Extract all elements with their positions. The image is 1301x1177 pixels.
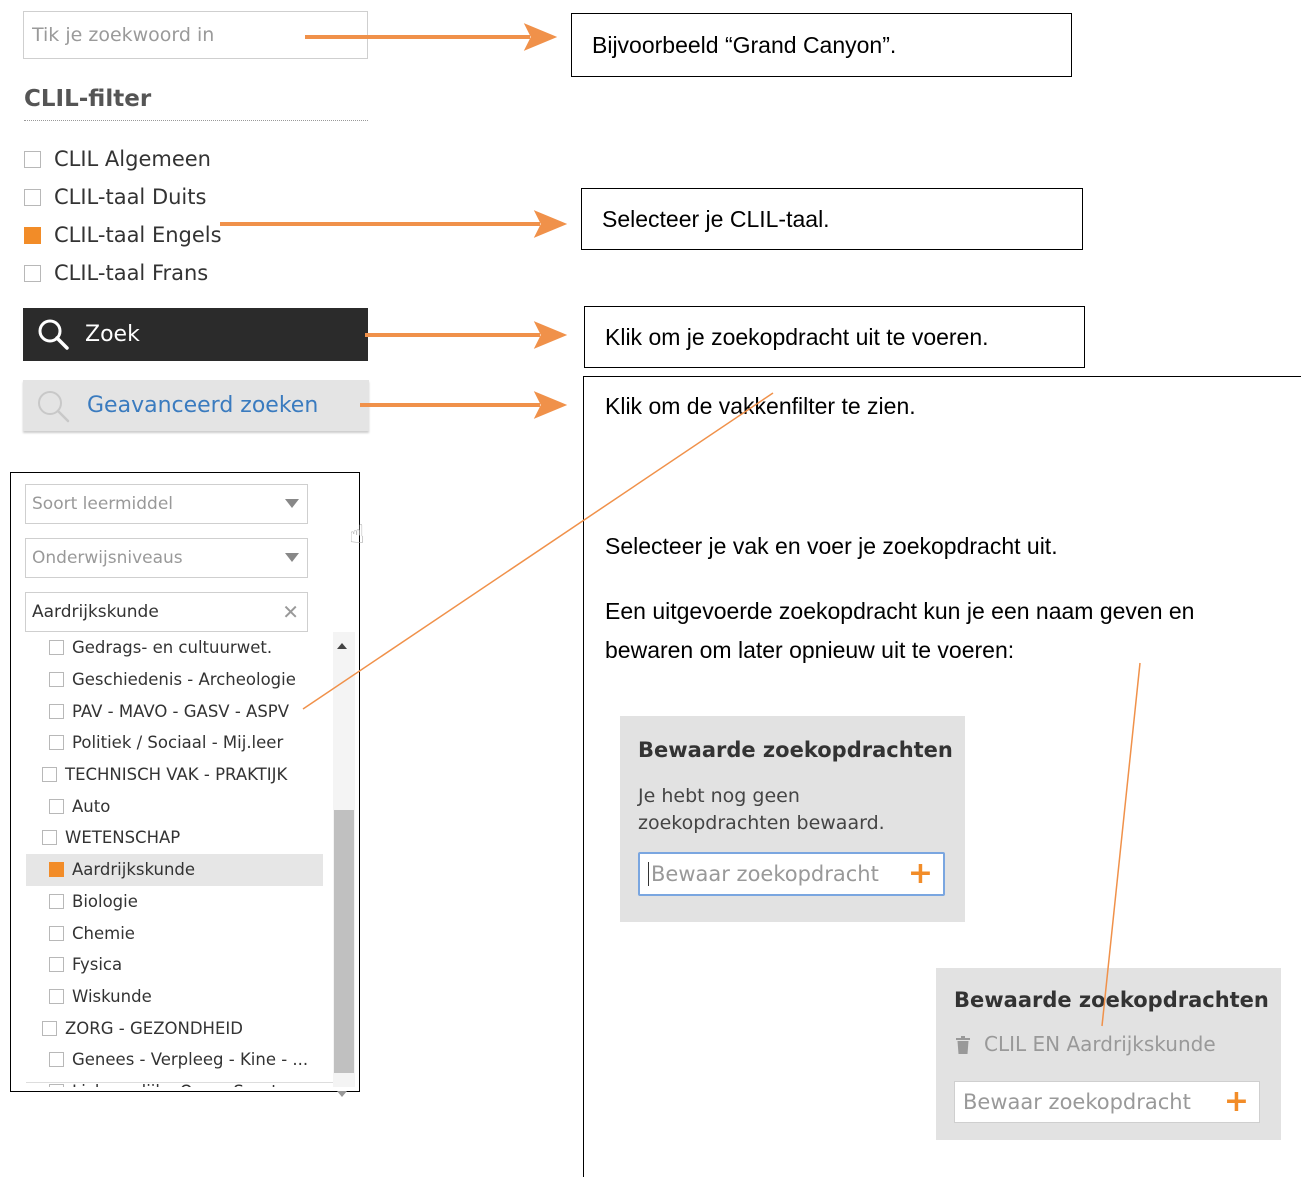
annotation-layer — [220, 23, 1141, 1027]
connector-line-saved — [1101, 662, 1141, 1027]
arrow-select-language — [220, 210, 568, 238]
arrow-click-search — [365, 321, 568, 349]
arrow-click-advanced — [360, 391, 568, 419]
arrow-search-example — [305, 23, 558, 51]
connector-line-subject — [302, 392, 774, 710]
